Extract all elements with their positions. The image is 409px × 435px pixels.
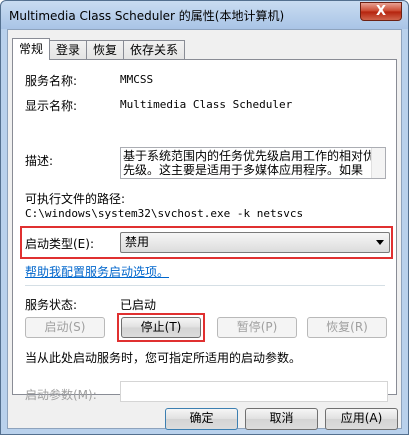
description-scrollbar[interactable]	[371, 148, 385, 178]
general-panel: 服务名称: MMCSS 显示名称: Multimedia Class Sched…	[12, 59, 397, 402]
properties-window: Multimedia Class Scheduler 的属性(本地计算机) X …	[0, 0, 409, 435]
title-bar[interactable]: Multimedia Class Scheduler 的属性(本地计算机) X	[1, 1, 408, 29]
divider	[25, 285, 385, 286]
tab-dependencies[interactable]: 依存关系	[123, 40, 186, 60]
description-box[interactable]: 基于系统范围内的任务优先级启用工作的相对优先级。这主要是适用于多媒体应用程序。如…	[120, 147, 386, 179]
params-input[interactable]	[120, 381, 388, 402]
startup-type-value: 禁用	[125, 235, 150, 249]
description-label: 描述:	[25, 154, 54, 168]
tab-general[interactable]: 常规	[12, 38, 51, 60]
close-button[interactable]: X	[360, 2, 402, 21]
display-name-label: 显示名称:	[25, 99, 78, 113]
status-label: 服务状态:	[25, 298, 78, 312]
service-name-label: 服务名称:	[25, 74, 78, 88]
dialog-client: 常规 登录 恢复 依存关系 服务名称: MMCSS 显示名称: Multimed…	[7, 29, 402, 430]
cancel-button[interactable]: 取消	[245, 408, 318, 430]
path-value: C:\windows\system32\svchost.exe -k netsv…	[25, 207, 304, 220]
apply-button[interactable]: 应用(A)	[325, 408, 398, 430]
close-icon: X	[375, 4, 387, 19]
hint-text: 当从此处启动服务时，您可指定所适用的启动参数。	[25, 351, 302, 365]
service-name-value: MMCSS	[120, 73, 154, 86]
startup-type-select[interactable]: 禁用	[120, 232, 390, 253]
status-value: 已启动	[120, 298, 157, 312]
tab-strip: 常规 登录 恢复 依存关系	[12, 38, 186, 60]
dropdown-arrow-icon	[376, 240, 384, 245]
tab-logon[interactable]: 登录	[49, 40, 88, 60]
stop-button[interactable]: 停止(T)	[121, 317, 201, 338]
window-title: Multimedia Class Scheduler 的属性(本地计算机)	[9, 9, 285, 23]
display-name-value: Multimedia Class Scheduler	[120, 98, 293, 111]
resume-button[interactable]: 恢复(R)	[307, 317, 387, 338]
pause-button[interactable]: 暂停(P)	[217, 317, 297, 338]
params-label: 启动参数(M):	[25, 388, 97, 402]
start-button[interactable]: 启动(S)	[25, 317, 105, 338]
tab-recovery[interactable]: 恢复	[86, 40, 125, 60]
startup-type-label: 启动类型(E):	[25, 237, 94, 251]
help-link[interactable]: 帮助我配置服务启动选项。	[25, 263, 169, 280]
ok-button[interactable]: 确定	[165, 408, 238, 430]
path-label: 可执行文件的路径:	[25, 192, 126, 206]
description-text: 基于系统范围内的任务优先级启用工作的相对优先级。这主要是适用于多媒体应用程序。如…	[123, 149, 376, 177]
